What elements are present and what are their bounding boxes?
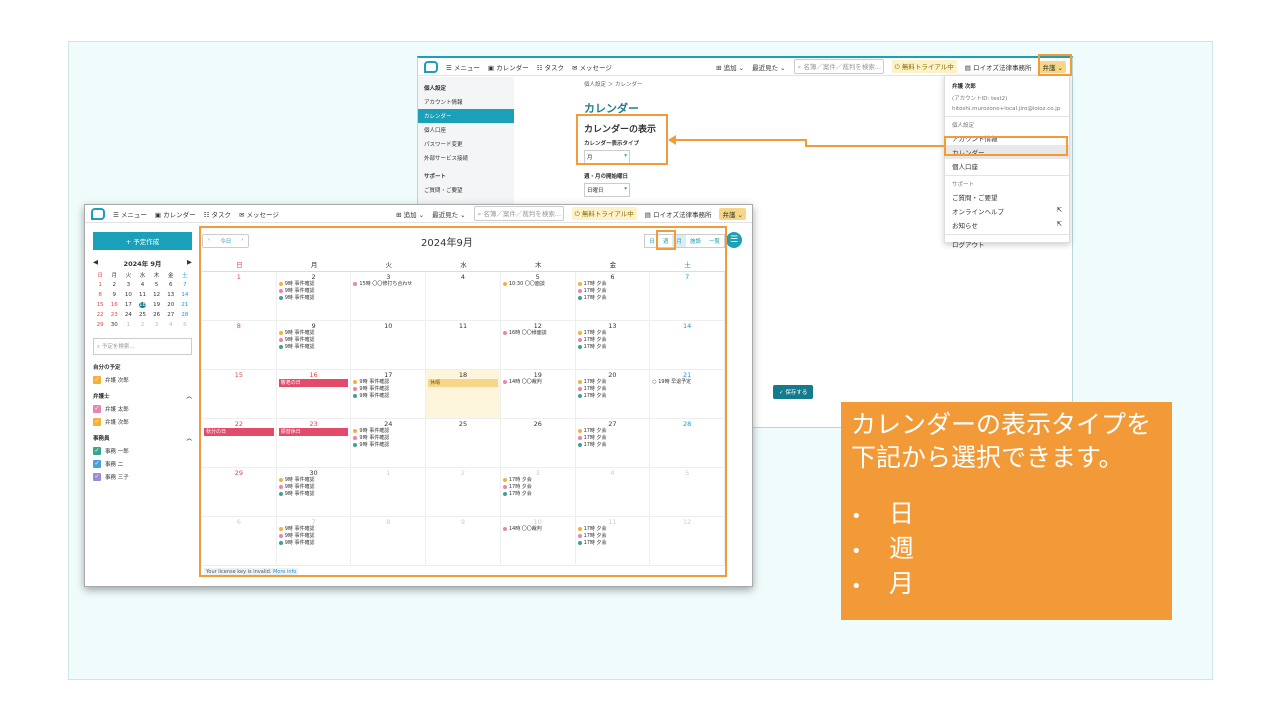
note-item-month: 月: [851, 568, 1162, 603]
note-item-week: 週: [851, 533, 1162, 568]
note-item-day: 日: [851, 498, 1162, 533]
note-line-2: 下記から選択できます。: [851, 443, 1124, 472]
view-type-list: 日 週 月: [851, 498, 1162, 603]
annotation-note: カレンダーの表示タイプを 下記から選択できます。 日 週 月: [841, 402, 1172, 620]
note-line-1: カレンダーの表示タイプを: [851, 410, 1152, 439]
